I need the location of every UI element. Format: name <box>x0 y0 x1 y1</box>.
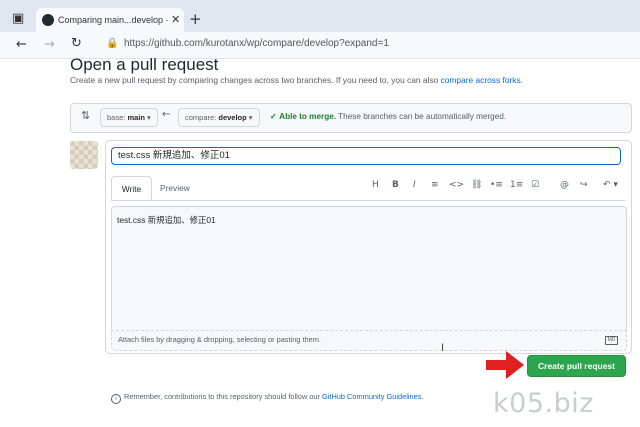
compare-branch-select[interactable]: compare: develop ▾ <box>178 108 260 127</box>
base-branch-select[interactable]: base: main ▾ <box>100 108 158 127</box>
subtitle-end: . <box>520 75 523 85</box>
compare-branch: develop <box>218 113 247 122</box>
bulleted-list-icon[interactable]: •≡ <box>490 180 503 190</box>
reference-icon[interactable]: ↪ <box>580 180 588 190</box>
italic-icon[interactable]: I <box>413 180 416 190</box>
heading-icon[interactable]: H <box>372 180 379 190</box>
mention-icon[interactable]: @ <box>560 180 569 190</box>
compare-across-forks-link[interactable]: compare across forks <box>441 75 521 85</box>
merge-status: ✓ Able to merge. These branches can be a… <box>270 111 506 121</box>
code-icon[interactable]: <> <box>449 180 464 190</box>
create-pull-request-button[interactable]: Create pull request <box>527 355 626 377</box>
close-tab-icon[interactable]: ✕ <box>171 14 180 25</box>
merge-status-label: Able to merge. <box>279 112 337 121</box>
avatar[interactable] <box>70 141 98 169</box>
link-icon[interactable]: ⛓ <box>471 180 482 190</box>
reload-icon[interactable]: ↻ <box>71 37 82 50</box>
markdown-icon: MD <box>605 336 618 345</box>
page-title: Open a pull request <box>70 55 219 74</box>
base-branch: main <box>127 113 145 122</box>
arrow-left-icon: ← <box>162 109 171 120</box>
sidebar-toggle-icon[interactable]: ▣ <box>12 12 24 25</box>
title-input[interactable] <box>111 147 621 165</box>
forward-icon[interactable]: → <box>44 38 55 51</box>
red-arrow-icon <box>486 351 524 379</box>
bold-icon[interactable]: B <box>392 180 399 190</box>
address-bar[interactable]: https://github.com/kurotanx/wp/compare/d… <box>124 38 389 49</box>
quote-icon[interactable]: ≡ <box>431 180 439 190</box>
contribution-note: i Remember, contributions to this reposit… <box>111 392 423 404</box>
remember-text: Remember, contributions to this reposito… <box>124 392 322 401</box>
body-text: test.css 新規追加、修正01 <box>117 215 216 225</box>
merge-status-detail: These branches can be automatically merg… <box>338 112 507 121</box>
lock-icon: 🔒 <box>106 38 119 49</box>
watermark: k05.biz <box>493 388 594 419</box>
tab-preview[interactable]: Preview <box>160 176 190 200</box>
tab-write[interactable]: Write <box>111 176 152 200</box>
remember-end: . <box>421 392 424 401</box>
task-list-icon[interactable]: ☑ <box>531 180 539 190</box>
browser-tab[interactable]: Comparing main...develop · kuro <box>36 8 184 32</box>
compare-prefix: compare: <box>185 113 217 122</box>
back-icon[interactable]: ← <box>16 38 27 51</box>
community-guidelines-link[interactable]: GitHub Community Guidelines <box>322 392 421 401</box>
tab-title: Comparing main...develop · kuro <box>58 15 168 25</box>
base-prefix: base: <box>107 113 126 122</box>
git-compare-icon: ⇅ <box>81 109 91 122</box>
attach-hint: Attach files by dragging & dropping, sel… <box>118 335 321 344</box>
subtitle-text: Create a new pull request by comparing c… <box>70 75 441 85</box>
undo-icon[interactable]: ↶ ▾ <box>603 180 618 190</box>
page-subtitle: Create a new pull request by comparing c… <box>70 75 523 85</box>
check-icon: ✓ <box>270 112 277 121</box>
numbered-list-icon[interactable]: 1≡ <box>510 180 523 190</box>
text-cursor-icon: I <box>441 342 445 354</box>
github-favicon-icon <box>42 14 54 26</box>
info-icon: i <box>111 394 121 404</box>
new-tab-icon[interactable]: + <box>189 12 202 27</box>
